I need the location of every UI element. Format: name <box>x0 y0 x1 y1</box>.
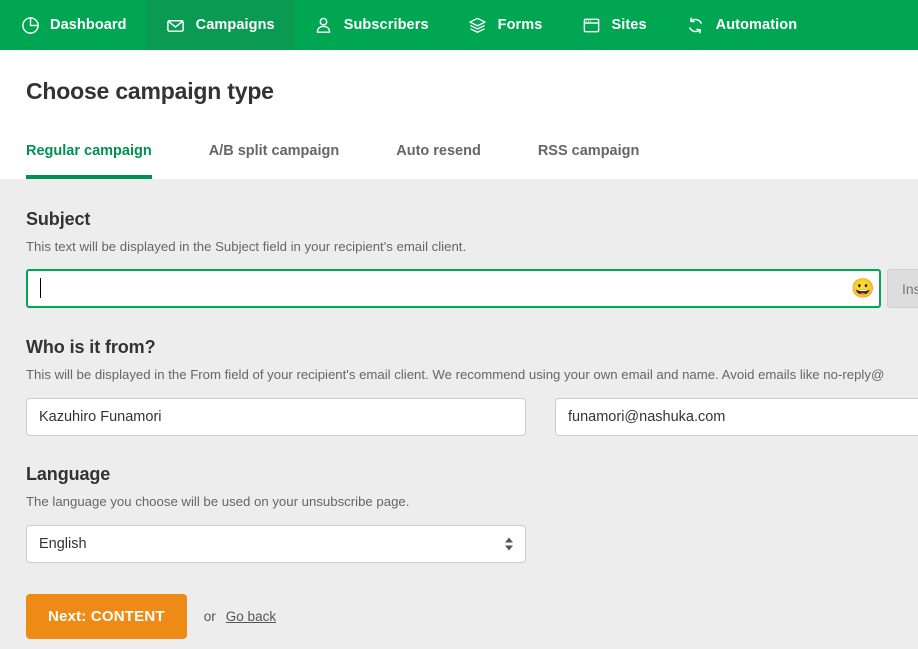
subject-heading: Subject <box>26 209 91 229</box>
top-navigation: Dashboard Campaigns Subscribers Forms Si… <box>0 0 918 50</box>
from-email-input[interactable] <box>555 398 918 436</box>
nav-label: Dashboard <box>50 17 127 33</box>
page-title: Choose campaign type <box>26 78 274 104</box>
nav-label: Automation <box>715 17 798 33</box>
nav-label: Sites <box>611 17 647 33</box>
layers-icon <box>467 14 489 36</box>
subject-input-wrapper: 😀 <box>26 269 881 308</box>
next-content-button[interactable]: Next: CONTENT <box>26 594 187 639</box>
tab-rss-campaign[interactable]: RSS campaign <box>538 143 640 179</box>
tab-regular-campaign[interactable]: Regular campaign <box>26 143 152 179</box>
from-name-input[interactable] <box>26 398 526 436</box>
or-separator-label: or <box>203 609 216 624</box>
person-icon <box>313 14 335 36</box>
browser-window-icon <box>580 14 602 36</box>
language-section: Language The language you choose will be… <box>26 436 918 563</box>
subject-section: Subject This text will be displayed in t… <box>26 179 918 308</box>
nav-label: Subscribers <box>343 17 429 33</box>
insert-button[interactable]: Insert <box>887 269 918 308</box>
nav-label: Forms <box>497 17 543 33</box>
subject-description: This text will be displayed in the Subje… <box>26 239 467 254</box>
page-header: Choose campaign type Regular campaign A/… <box>0 50 918 179</box>
nav-item-dashboard[interactable]: Dashboard <box>0 0 146 50</box>
language-select-wrapper: English <box>26 525 526 563</box>
campaign-type-tabs: Regular campaign A/B split campaign Auto… <box>0 127 918 179</box>
text-caret <box>40 278 41 298</box>
language-description: The language you choose will be used on … <box>26 494 410 509</box>
subject-input[interactable] <box>26 269 881 308</box>
tab-auto-resend[interactable]: Auto resend <box>396 143 481 179</box>
nav-item-campaigns[interactable]: Campaigns <box>145 0 294 50</box>
from-fields-row <box>26 398 918 436</box>
subject-input-row: 😀 Insert <box>26 269 918 308</box>
language-heading: Language <box>26 464 111 484</box>
envelope-icon <box>165 14 187 36</box>
tab-ab-split-campaign[interactable]: A/B split campaign <box>209 143 340 179</box>
emoji-picker-icon[interactable]: 😀 <box>851 278 875 299</box>
nav-item-subscribers[interactable]: Subscribers <box>294 0 448 50</box>
from-heading: Who is it from? <box>26 337 156 357</box>
from-description: This will be displayed in the From field… <box>26 367 885 382</box>
nav-label: Campaigns <box>195 17 275 33</box>
language-select[interactable]: English <box>26 525 526 563</box>
go-back-link[interactable]: Go back <box>226 609 276 624</box>
campaign-setup-form: Subject This text will be displayed in t… <box>0 179 918 649</box>
pie-chart-icon <box>19 14 41 36</box>
form-footer: Next: CONTENT or Go back <box>26 563 918 639</box>
nav-item-forms[interactable]: Forms <box>448 0 562 50</box>
refresh-cycle-icon <box>685 14 707 36</box>
from-section: Who is it from? This will be displayed i… <box>26 308 918 436</box>
nav-item-automation[interactable]: Automation <box>666 0 817 50</box>
nav-item-sites[interactable]: Sites <box>561 0 665 50</box>
